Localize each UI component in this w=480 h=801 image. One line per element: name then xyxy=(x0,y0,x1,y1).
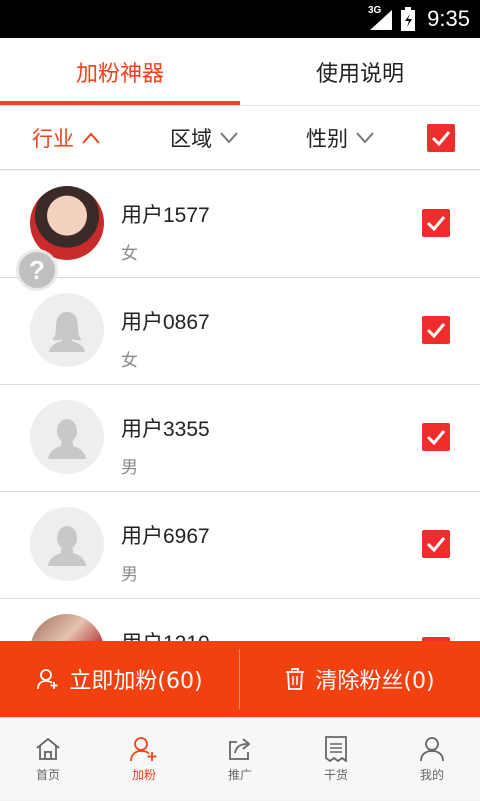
list-item[interactable]: 用户1577 女 xyxy=(0,171,480,278)
user-gender: 男 xyxy=(121,458,138,478)
home-icon xyxy=(36,737,60,760)
chevron-up-icon xyxy=(82,132,100,144)
battery-icon xyxy=(401,7,415,31)
nav-add-fans-label: 加粉 xyxy=(131,768,156,782)
checkmark-icon xyxy=(426,537,446,552)
checkmark-icon xyxy=(426,323,446,338)
checkmark-icon xyxy=(426,430,446,445)
avatar xyxy=(30,507,104,581)
trash-icon xyxy=(286,668,305,690)
list-item[interactable]: 用户3355 男 xyxy=(0,385,480,492)
nav-promote[interactable]: 推广 xyxy=(192,718,288,801)
filter-gender[interactable]: 性别 xyxy=(306,106,374,170)
active-tab-indicator xyxy=(0,101,240,105)
action-divider xyxy=(239,649,240,709)
chevron-down-icon xyxy=(356,132,374,144)
add-user-icon xyxy=(130,737,157,762)
avatar xyxy=(30,293,104,367)
help-button[interactable]: ? xyxy=(16,249,58,291)
user-checkbox[interactable] xyxy=(422,423,450,451)
select-all-checkbox[interactable] xyxy=(427,124,455,152)
status-time: 9:35 xyxy=(427,6,470,31)
add-fans-button[interactable]: 立即加粉(60) xyxy=(0,641,240,717)
filter-region-label: 区域 xyxy=(170,127,212,151)
filter-gender-label: 性别 xyxy=(306,127,348,151)
profile-icon xyxy=(420,737,444,762)
avatar xyxy=(30,400,104,474)
checkmark-icon xyxy=(426,216,446,231)
user-checkbox[interactable] xyxy=(422,316,450,344)
tab-fans-tool[interactable]: 加粉神器 xyxy=(0,38,240,106)
tab-instructions[interactable]: 使用说明 xyxy=(240,38,480,106)
nav-add-fans[interactable]: 加粉 xyxy=(96,718,192,801)
status-bar: 3G 9:35 xyxy=(0,0,480,38)
user-checkbox[interactable] xyxy=(422,530,450,558)
action-bar: 立即加粉(60) 清除粉丝(0) xyxy=(0,641,480,717)
user-gender: 男 xyxy=(121,565,138,585)
nav-articles[interactable]: 干货 xyxy=(288,718,384,801)
nav-promote-label: 推广 xyxy=(227,768,252,782)
top-tabs: 加粉神器 使用说明 xyxy=(0,38,480,106)
user-gender: 女 xyxy=(121,351,138,371)
checkmark-icon xyxy=(431,131,451,146)
list-item[interactable]: 用户6967 男 xyxy=(0,492,480,599)
nav-home-label: 首页 xyxy=(35,768,60,782)
bottom-nav: 首页 加粉 推广 干货 我的 xyxy=(0,717,480,800)
male-avatar-icon xyxy=(48,419,86,459)
chevron-down-icon xyxy=(220,132,238,144)
female-avatar-icon xyxy=(49,312,85,352)
document-icon xyxy=(325,736,347,762)
user-name: 用户0867 xyxy=(121,311,210,334)
signal-icon xyxy=(370,10,392,30)
filter-bar: 行业 区域 性别 xyxy=(0,106,480,170)
add-user-icon xyxy=(37,669,58,690)
nav-profile-label: 我的 xyxy=(419,768,444,782)
male-avatar-icon xyxy=(48,526,86,566)
add-fans-label: 立即加粉(60) xyxy=(69,669,203,694)
filter-region[interactable]: 区域 xyxy=(170,106,238,170)
nav-profile[interactable]: 我的 xyxy=(384,718,480,801)
nav-home[interactable]: 首页 xyxy=(0,718,96,801)
user-gender: 女 xyxy=(121,244,138,264)
filter-industry-label: 行业 xyxy=(32,127,74,151)
clear-fans-button[interactable]: 清除粉丝(0) xyxy=(240,641,480,717)
list-item[interactable]: 用户0867 女 xyxy=(0,278,480,385)
user-name: 用户3355 xyxy=(121,418,210,441)
clear-fans-label: 清除粉丝(0) xyxy=(315,669,435,694)
user-checkbox[interactable] xyxy=(422,209,450,237)
share-icon xyxy=(229,738,251,760)
user-name: 用户1577 xyxy=(121,204,210,227)
user-name: 用户6967 xyxy=(121,525,210,548)
nav-articles-label: 干货 xyxy=(323,768,348,782)
filter-industry[interactable]: 行业 xyxy=(32,106,100,170)
user-list: 用户1577 女 用户0867 女 用户3355 男 用户6967 男 xyxy=(0,171,480,706)
